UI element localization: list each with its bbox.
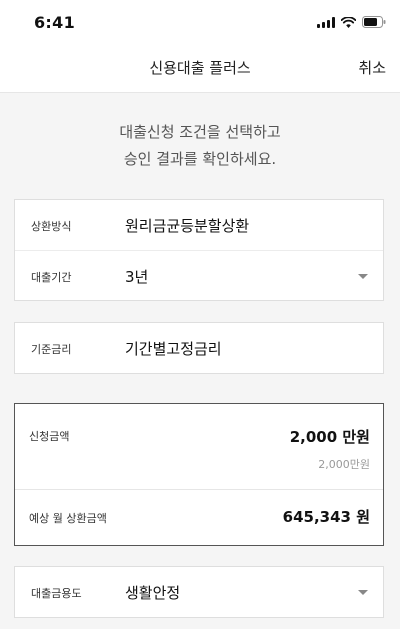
wifi-icon (341, 16, 356, 28)
loan-amount-card[interactable]: 신청금액 2,000 만원 2,000만원 예상 월 상환금액 645,343 … (14, 403, 384, 546)
status-icons (317, 14, 386, 30)
signal-icon (317, 16, 335, 28)
repayment-method-row[interactable]: 상환방식 원리금균등분할상환 (15, 200, 383, 250)
loan-period-row[interactable]: 대출기간 3년 (15, 250, 383, 300)
loan-period-value: 3년 (125, 268, 149, 286)
instruction-text: 대출신청 조건을 선택하고 승인 결과를 확인하세요. (0, 119, 400, 173)
loan-amount-value[interactable]: 2,000 만원 (290, 426, 370, 447)
loan-period-label: 대출기간 (31, 271, 72, 284)
divider (15, 489, 383, 490)
monthly-payment-label: 예상 월 상환금액 (29, 512, 107, 525)
cancel-button[interactable]: 취소 (358, 57, 386, 78)
repayment-method-label: 상환방식 (31, 220, 72, 233)
chevron-down-icon[interactable] (358, 274, 368, 279)
nav-bar: 신용대출 플러스 취소 (0, 44, 400, 93)
loan-purpose-label: 대출금용도 (31, 587, 82, 600)
loan-purpose-row[interactable]: 대출금용도 생활안정 (15, 567, 383, 617)
chevron-down-icon[interactable] (358, 590, 368, 595)
base-rate-card: 기준금리 기간별고정금리 (14, 322, 384, 374)
repayment-card: 상환방식 원리금균등분할상환 대출기간 3년 (14, 199, 384, 301)
battery-icon (362, 16, 386, 28)
repayment-method-value: 원리금균등분할상환 (125, 217, 250, 235)
instruction-line-1: 대출신청 조건을 선택하고 (119, 123, 281, 141)
base-rate-label: 기준금리 (31, 343, 72, 356)
loan-purpose-value: 생활안정 (125, 584, 181, 602)
base-rate-row[interactable]: 기준금리 기간별고정금리 (15, 323, 383, 373)
purpose-card: 대출금용도 생활안정 (14, 566, 384, 618)
monthly-payment-value: 645,343 원 (282, 508, 370, 526)
page-title: 신용대출 플러스 (149, 59, 251, 77)
loan-amount-subtext: 2,000만원 (318, 458, 370, 471)
base-rate-value: 기간별고정금리 (125, 340, 222, 358)
status-time: 6:41 (34, 13, 75, 32)
loan-amount-label: 신청금액 (29, 430, 70, 443)
status-bar: 6:41 (0, 0, 400, 44)
instruction-line-2: 승인 결과를 확인하세요. (123, 150, 277, 168)
